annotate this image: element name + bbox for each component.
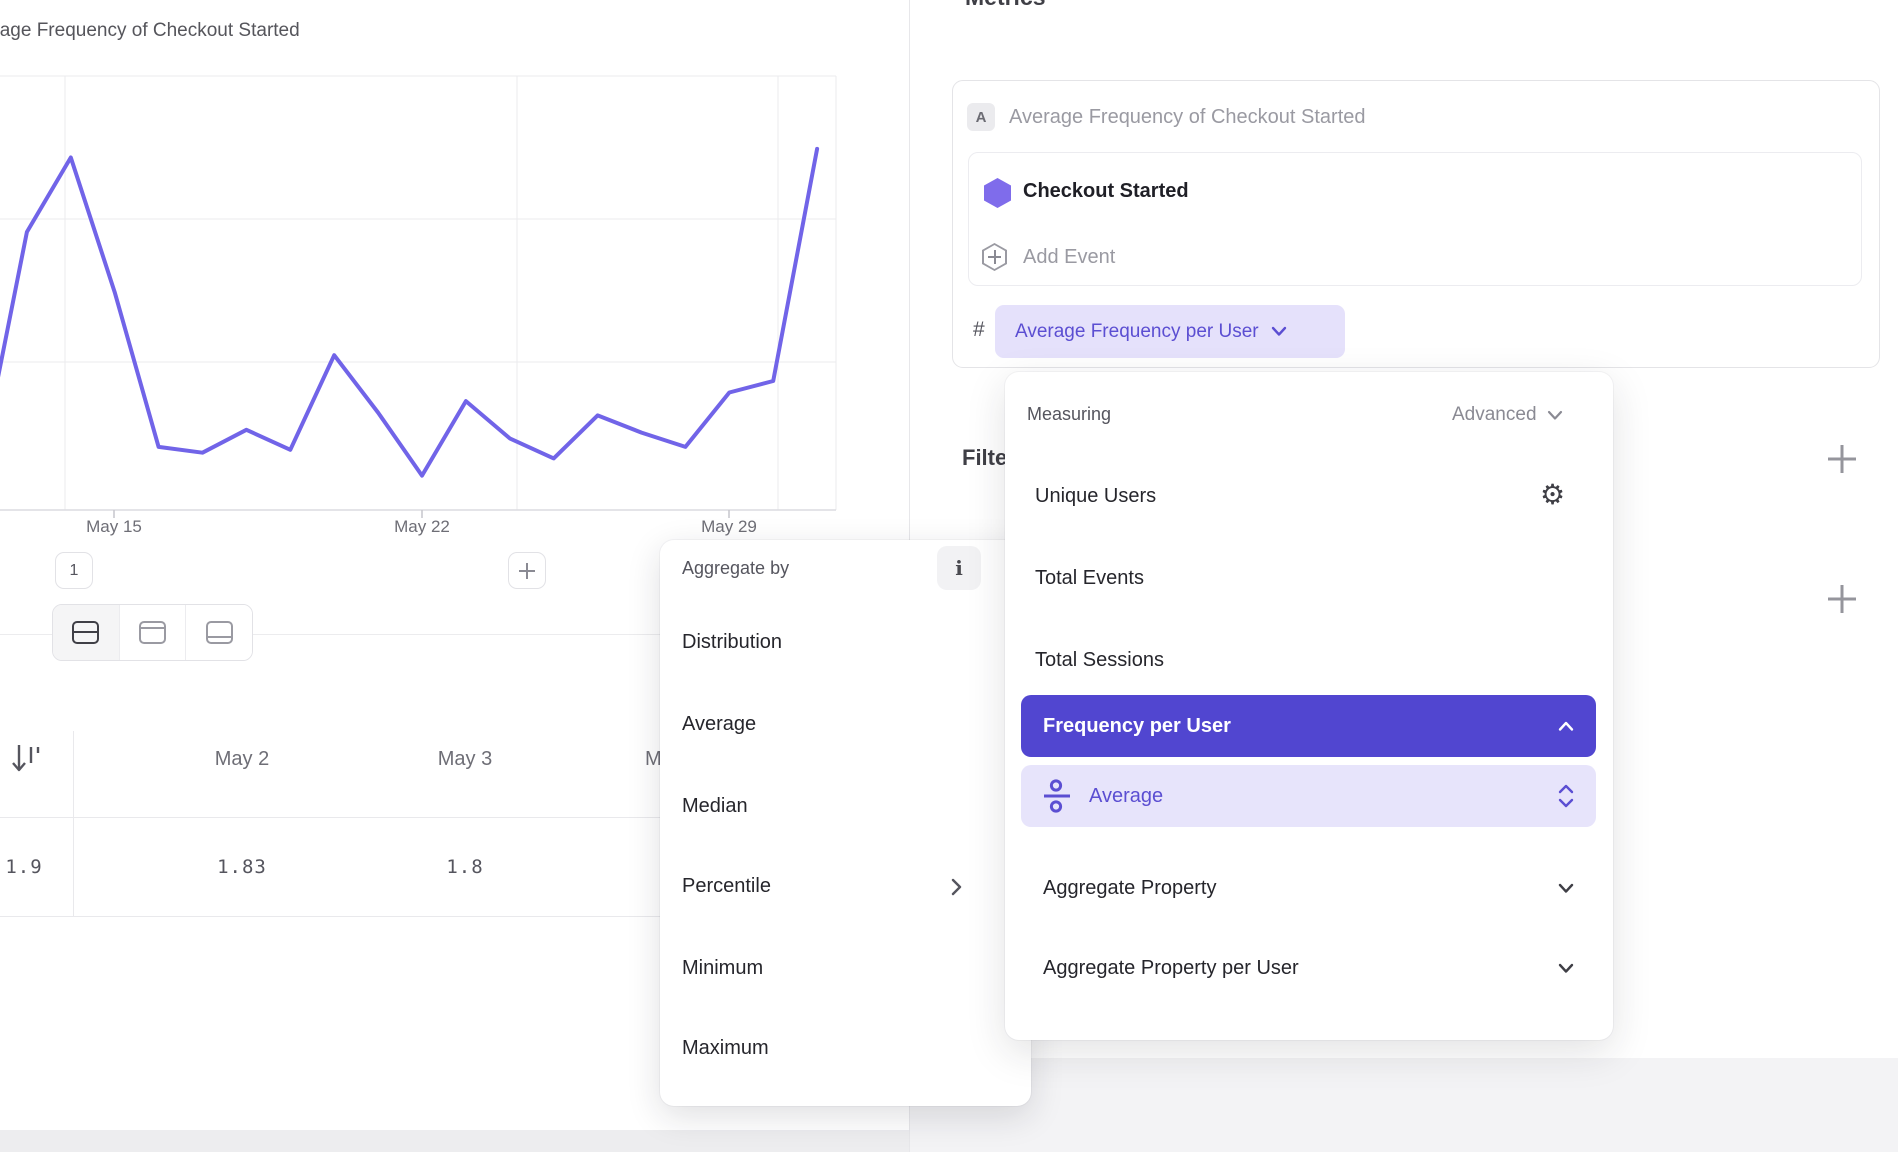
average-label: Average <box>1089 785 1540 808</box>
table-header-cell[interactable]: May 3 <box>365 748 565 771</box>
menu-item-average[interactable]: Average <box>682 713 756 736</box>
measurement-dropdown[interactable]: Average Frequency per User <box>995 305 1345 358</box>
event-name[interactable]: Checkout Started <box>1023 180 1189 203</box>
menu-item-distribution[interactable]: Distribution <box>682 631 782 654</box>
add-breakdown-button[interactable] <box>1825 582 1859 616</box>
view-toggle-group <box>52 604 253 661</box>
add-event-label: Add Event <box>1023 246 1115 269</box>
advanced-dropdown[interactable]: Advanced <box>1452 404 1563 426</box>
measurement-label: Average Frequency per User <box>1015 321 1259 343</box>
canvas-background <box>910 1058 1898 1152</box>
bottom-gutter <box>0 1130 909 1152</box>
x-tick-label: May 29 <box>669 517 789 537</box>
metric-title-input[interactable]: Average Frequency of Checkout Started <box>1009 106 1366 129</box>
view-toggle-table-only[interactable] <box>186 605 252 660</box>
measuring-option-aggregate-property[interactable]: Aggregate Property <box>1021 877 1596 900</box>
analytics-app: Average Frequency of Checkout Started Ma… <box>0 0 1898 1152</box>
menu-item-minimum[interactable]: Minimum <box>682 957 763 980</box>
menu-item-percentile[interactable]: Percentile <box>682 875 771 898</box>
table-cell: 1.9 <box>0 856 124 878</box>
add-event-button[interactable]: Add Event <box>982 243 1115 271</box>
advanced-label: Advanced <box>1452 404 1537 426</box>
table-column-divider <box>73 731 74 916</box>
table-header-cell[interactable]: May 2 <box>142 748 342 771</box>
measuring-option-total-sessions[interactable]: Total Sessions <box>1035 649 1164 672</box>
chevron-down-icon <box>1271 326 1287 337</box>
top-panel-icon <box>139 621 166 644</box>
division-icon <box>1043 779 1071 813</box>
interval-stepper[interactable]: 1 <box>55 552 93 589</box>
metrics-section-title: Metrics <box>965 0 1046 11</box>
add-metric-icon[interactable]: + <box>1833 0 1851 10</box>
table-cell: 1.83 <box>142 856 342 878</box>
metric-letter-badge: A <box>967 103 995 131</box>
chevron-right-icon <box>950 877 963 897</box>
number-type-icon: # <box>973 318 985 342</box>
chevron-down-icon <box>1547 410 1563 421</box>
x-tick-label: May 22 <box>362 517 482 537</box>
aggregate-property-label: Aggregate Property <box>1043 877 1216 900</box>
chart-data-line <box>0 149 817 476</box>
line-chart <box>0 0 909 530</box>
menu-item-maximum[interactable]: Maximum <box>682 1037 769 1060</box>
x-tick-label: May 15 <box>54 517 174 537</box>
selected-option-label: Frequency per User <box>1043 715 1231 738</box>
plus-icon <box>517 561 537 581</box>
aggregate-by-title: Aggregate by <box>682 558 789 579</box>
info-icon[interactable]: i <box>937 546 981 590</box>
view-toggle-chart-only[interactable] <box>120 605 187 660</box>
bottom-panel-icon <box>206 621 233 644</box>
measuring-option-unique-users[interactable]: Unique Users <box>1035 485 1156 508</box>
split-view-icon <box>72 621 99 644</box>
measuring-option-frequency-per-user-selected[interactable]: Frequency per User <box>1021 695 1596 757</box>
measuring-option-total-events[interactable]: Total Events <box>1035 567 1144 590</box>
measuring-option-aggregate-property-per-user[interactable]: Aggregate Property per User <box>1021 957 1596 980</box>
aggregate-property-per-user-label: Aggregate Property per User <box>1043 957 1299 980</box>
chevron-down-icon <box>1558 963 1574 974</box>
measuring-title: Measuring <box>1027 404 1111 425</box>
add-filter-button[interactable] <box>1825 442 1859 476</box>
frequency-aggregation-average[interactable]: Average <box>1021 765 1596 827</box>
view-toggle-chart-and-table[interactable] <box>53 605 120 660</box>
menu-item-median[interactable]: Median <box>682 795 748 818</box>
chevron-up-icon <box>1558 721 1574 732</box>
aggregate-by-menu <box>660 540 1031 1106</box>
unfold-icon <box>1558 784 1574 808</box>
gear-icon[interactable]: ⚙ <box>1540 481 1565 509</box>
sort-descending-icon[interactable] <box>10 741 44 777</box>
chevron-down-icon <box>1558 883 1574 894</box>
table-cell: 1.8 <box>365 856 565 878</box>
add-annotation-button[interactable] <box>508 552 546 589</box>
add-event-hexagon-icon <box>982 243 1007 271</box>
